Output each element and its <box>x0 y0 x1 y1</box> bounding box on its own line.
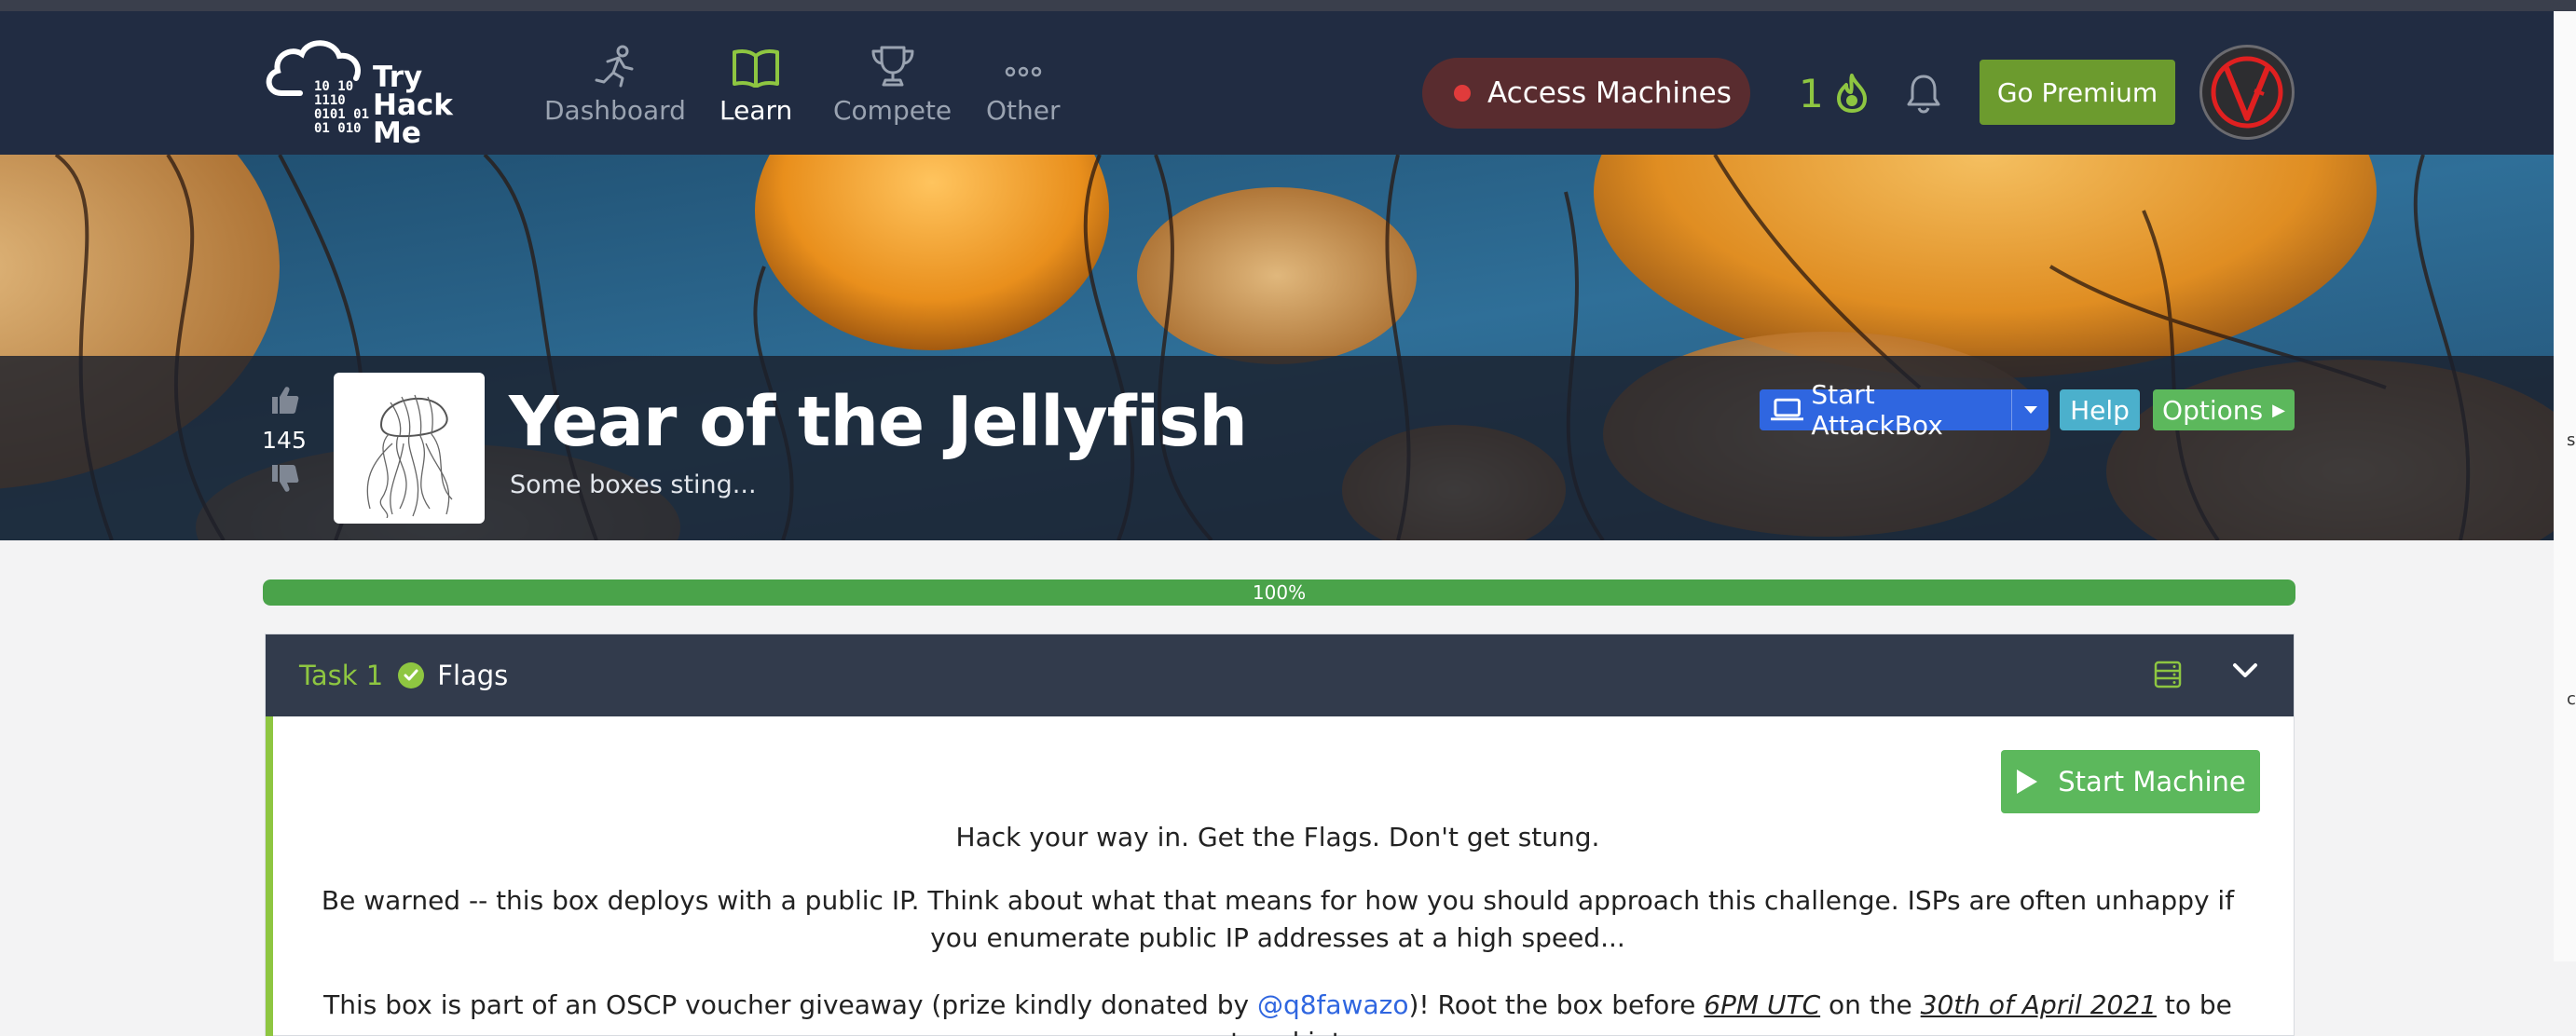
browser-top-strip <box>0 0 2576 11</box>
trophy-icon <box>871 46 914 87</box>
thumbs-up-icon[interactable] <box>268 384 300 416</box>
giveaway-text-a: This box is part of an OSCP voucher give… <box>323 989 1257 1020</box>
task-text-line1: Hack your way in. Get the Flags. Don't g… <box>955 822 1600 852</box>
edge-letter: c <box>2567 689 2576 709</box>
nav-other-label: Other <box>986 95 1061 126</box>
vote-count: 145 <box>262 427 307 454</box>
room-title: Year of the Jellyfish <box>509 382 1248 462</box>
book-icon <box>733 49 780 88</box>
options-label: Options <box>2162 394 2264 426</box>
runner-icon <box>595 45 634 88</box>
thumbs-down-icon[interactable] <box>268 463 300 495</box>
caret-down-icon <box>2023 406 2037 414</box>
caret-right-icon: ▶ <box>2272 400 2285 420</box>
giveaway-text-c: on the <box>1820 989 1921 1020</box>
author-link[interactable]: @q8fawazo <box>1257 989 1409 1020</box>
nav-dashboard[interactable]: Dashboard <box>544 39 686 126</box>
task-complete-check-icon <box>398 662 425 688</box>
notifications-bell-icon[interactable] <box>1905 73 1942 117</box>
room-progress-fill: 100% <box>263 579 2295 606</box>
nav-dashboard-label: Dashboard <box>544 95 686 126</box>
start-attackbox-button[interactable]: Start AttackBox <box>1760 379 2048 441</box>
flame-icon <box>1836 74 1867 113</box>
task-number: Task 1 <box>299 660 384 691</box>
laptop-icon <box>1771 398 1804 421</box>
help-button[interactable]: Help <box>2060 389 2140 430</box>
edge-letter: s <box>2567 430 2576 450</box>
room-thumbnail <box>334 373 485 524</box>
task-name: Flags <box>437 660 509 691</box>
attackbox-dropdown-caret[interactable] <box>2011 389 2048 430</box>
room-progress-label: 100% <box>1252 581 1307 604</box>
tryhackme-logo[interactable]: 10 10 1110 0101 01 01 010 Try Hack Me <box>263 35 468 150</box>
options-button[interactable]: Options ▶ <box>2153 389 2295 430</box>
chevron-down-icon[interactable] <box>2232 662 2258 683</box>
room-progress-bar: 100% <box>263 579 2295 606</box>
start-machine-label: Start Machine <box>2058 766 2246 797</box>
page-right-edge <box>2554 11 2576 961</box>
start-machine-button[interactable]: Start Machine <box>2001 750 2260 813</box>
deadline-time: 6PM UTC <box>1704 989 1821 1020</box>
task-card: Task 1 Flags Start Machine Hack your way… <box>265 634 2295 1036</box>
nav-learn[interactable]: Learn <box>719 39 792 126</box>
start-attackbox-label: Start AttackBox <box>1811 379 1943 441</box>
go-premium-button[interactable]: Go Premium <box>1980 60 2175 125</box>
vote-widget: 145 <box>261 384 308 498</box>
task-server-icon[interactable] <box>2154 661 2182 692</box>
logo-binary: 10 10 1110 0101 01 01 010 <box>314 79 370 136</box>
streak-counter[interactable]: 1 <box>1799 65 1870 121</box>
nav-other[interactable]: Other <box>986 39 1061 126</box>
play-icon <box>2017 770 2038 794</box>
streak-count: 1 <box>1799 70 1824 116</box>
task-text-giveaway: This box is part of an OSCP voucher give… <box>299 987 2256 1036</box>
jellyfish-sketch-icon <box>366 394 453 518</box>
vendetta-v-icon <box>2211 56 2283 129</box>
giveaway-text-b: )! Root the box before <box>1408 989 1705 1020</box>
access-machines-label: Access Machines <box>1487 76 1732 110</box>
room-subtitle: Some boxes sting... <box>510 470 757 499</box>
more-dots-icon <box>1005 66 1041 77</box>
task-header[interactable]: Task 1 Flags <box>266 634 2294 716</box>
user-avatar[interactable] <box>2199 45 2295 140</box>
deadline-date: 30th of April 2021 <box>1920 989 2157 1020</box>
nav-learn-label: Learn <box>719 95 793 126</box>
top-navbar: 10 10 1110 0101 01 01 010 Try Hack Me Da… <box>0 11 2576 155</box>
access-machines-button[interactable]: Access Machines <box>1422 58 1750 129</box>
nav-compete[interactable]: Compete <box>833 39 952 126</box>
status-dot-icon <box>1454 85 1471 102</box>
nav-compete-label: Compete <box>833 95 952 126</box>
task-text-warning: Be warned -- this box deploys with a pub… <box>321 885 2235 953</box>
logo-text: Try Hack Me <box>373 61 453 150</box>
task-accent-bar <box>266 716 273 1036</box>
